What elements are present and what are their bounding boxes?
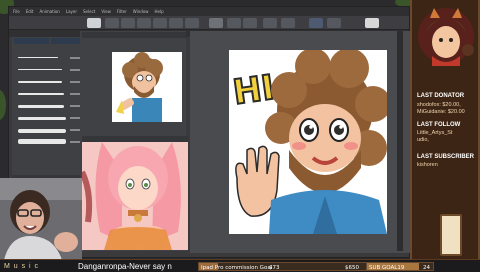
menu-item-edit[interactable]: Edit [26,9,34,14]
last-follow-value: Little_Artys_St udio, [417,130,453,143]
brush-panel [12,37,88,187]
layer-button[interactable] [309,18,323,28]
menu-item-filter[interactable]: Filter [117,9,127,14]
brush-tabs [12,37,87,45]
menu-item-help[interactable]: Help [155,9,164,14]
new-file-button[interactable] [87,18,101,28]
leaf-decoration [0,90,6,120]
brush-stroke-preview[interactable] [18,105,64,108]
last-donator-heading: LAST DONATOR [417,93,465,99]
last-follow-heading: LAST FOLLOW [417,122,461,128]
rulers-button[interactable] [327,18,341,28]
brush-stroke-preview[interactable] [18,117,66,120]
main-canvas[interactable]: HI [229,50,387,234]
music-label: M u s i c [4,263,40,270]
canvas-scrollbar[interactable] [397,31,403,251]
redo-button[interactable] [153,18,167,28]
menu-item-file[interactable]: File [13,9,20,14]
cup-icon [440,214,462,256]
toolbar [9,16,409,30]
webcam-feed [0,178,82,260]
save-button[interactable] [121,18,135,28]
sub-goal-label: SUB GOAL19 [369,264,405,271]
commission-goal-label: Ipad Pro commission Goal [201,264,273,271]
menu-item-animation[interactable]: Animation [39,9,59,14]
commission-goal-target: $650 [345,264,359,271]
brush-stroke-preview[interactable] [18,57,58,58]
brush-stroke-preview[interactable] [18,81,62,83]
settings-button[interactable] [281,18,295,28]
fox-mascot-icon [418,8,474,66]
fill-button[interactable] [185,18,199,28]
last-subscriber-heading: LAST SUBSCRIBER [417,154,475,160]
menu-item-view[interactable]: View [101,9,111,14]
brush-stroke-preview[interactable] [18,129,66,133]
brush-stroke-preview[interactable] [18,93,64,95]
commission-goal-current: $73 [269,264,280,271]
stream-bottom-bar: M u s i c Danganronpa-Never say n Ipad P… [0,259,480,272]
menu-item-layer[interactable]: Layer [66,9,77,14]
open-button[interactable] [105,18,119,28]
clear-button[interactable] [169,18,183,28]
brush-stroke-preview[interactable] [18,139,66,144]
transform-button[interactable] [209,18,223,28]
last-donator-value: shodofox: $20.00, MiGuidanie: $20.00 [417,102,465,115]
canvas-thumbnail-character[interactable] [82,142,188,250]
brush-tab-1[interactable] [14,38,49,44]
crop-button[interactable] [263,18,277,28]
now-playing-song: Danganronpa-Never say n [78,262,172,271]
stream-layout: File Edit Animation Layer Select View Fi… [0,0,480,272]
undo-button[interactable] [137,18,151,28]
commission-goal-bar: Ipad Pro commission Goal $73 $650 [198,262,370,271]
brush-stroke-preview[interactable] [18,69,62,70]
menu-item-window[interactable]: Window [133,9,149,14]
sub-goal-count: 24 [423,264,430,271]
last-subscriber-value: kishoren [417,162,438,168]
menu-item-select[interactable]: Select [83,9,95,14]
invert-selection-button[interactable] [243,18,257,28]
window-button[interactable] [365,18,379,28]
sub-goal-bar: SUB GOAL19 24 [366,262,434,271]
svg-text:HI: HI [231,68,277,113]
canvas-thumbnail-bob[interactable] [112,52,182,122]
deselect-button[interactable] [227,18,241,28]
menu-bar: File Edit Animation Layer Select View Fi… [9,7,409,16]
panel-title [82,32,186,38]
